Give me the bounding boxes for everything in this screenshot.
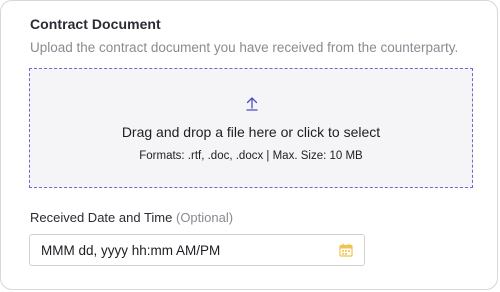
section-title: Contract Document (30, 16, 161, 32)
upload-arrow-icon (246, 97, 258, 111)
received-date-input[interactable] (30, 235, 330, 265)
received-date-label-text: Received Date and Time (30, 210, 173, 225)
dropzone-formats: Formats: .rtf, .doc, .docx | Max. Size: … (139, 150, 363, 162)
received-date-label: Received Date and Time (Optional) (30, 210, 233, 225)
contract-document-card: Contract Document Upload the contract do… (0, 0, 498, 290)
file-dropzone[interactable]: Drag and drop a file here or click to se… (29, 68, 473, 188)
dropzone-title: Drag and drop a file here or click to se… (121, 124, 381, 140)
received-date-field (29, 234, 365, 266)
section-description: Upload the contract document you have re… (30, 40, 459, 55)
calendar-icon[interactable] (339, 243, 353, 257)
optional-hint: (Optional) (175, 210, 234, 225)
